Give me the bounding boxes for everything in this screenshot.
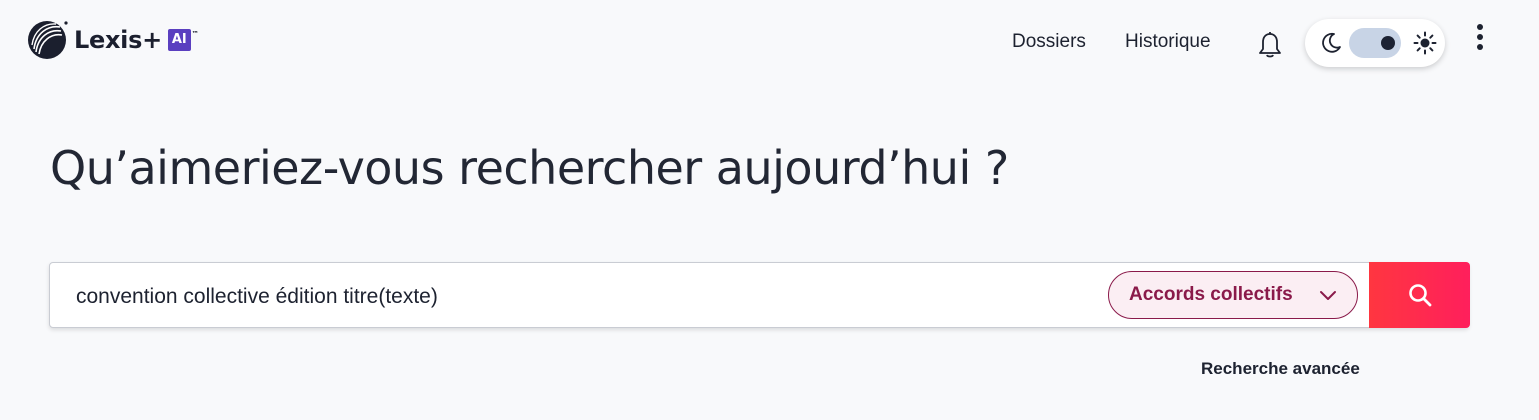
search-button[interactable] xyxy=(1369,262,1470,328)
theme-switch-knob xyxy=(1381,36,1395,50)
brand-name: Lexis+ xyxy=(74,26,162,54)
lexis-logo[interactable]: Lexis+ AI xyxy=(26,19,199,61)
nav-historique[interactable]: Historique xyxy=(1125,31,1211,53)
search-bar: Accords collectifs xyxy=(49,262,1470,328)
chevron-down-icon xyxy=(1320,291,1336,300)
search-icon xyxy=(1409,284,1432,307)
bell-icon[interactable] xyxy=(1257,31,1283,59)
search-input[interactable] xyxy=(74,280,1078,314)
search-scope-label: Accords collectifs xyxy=(1129,284,1293,305)
search-scope-dropdown[interactable]: Accords collectifs xyxy=(1108,271,1358,319)
theme-toggle[interactable] xyxy=(1305,19,1445,67)
sun-icon xyxy=(1413,31,1437,55)
brand-ai-badge: AI xyxy=(167,25,199,51)
advanced-search-link[interactable]: Recherche avancée xyxy=(1201,359,1360,379)
theme-switch-track[interactable] xyxy=(1349,28,1401,58)
nav-dossiers[interactable]: Dossiers xyxy=(1012,31,1086,53)
more-options-icon[interactable] xyxy=(1471,24,1489,58)
lexis-logo-mark-icon xyxy=(28,21,68,59)
moon-icon xyxy=(1322,32,1341,53)
page-headline: Qu’aimeriez-vous rechercher aujourd’hui … xyxy=(50,141,1009,195)
top-navigation-bar: Lexis+ AI Dossiers Historique xyxy=(0,0,1539,86)
